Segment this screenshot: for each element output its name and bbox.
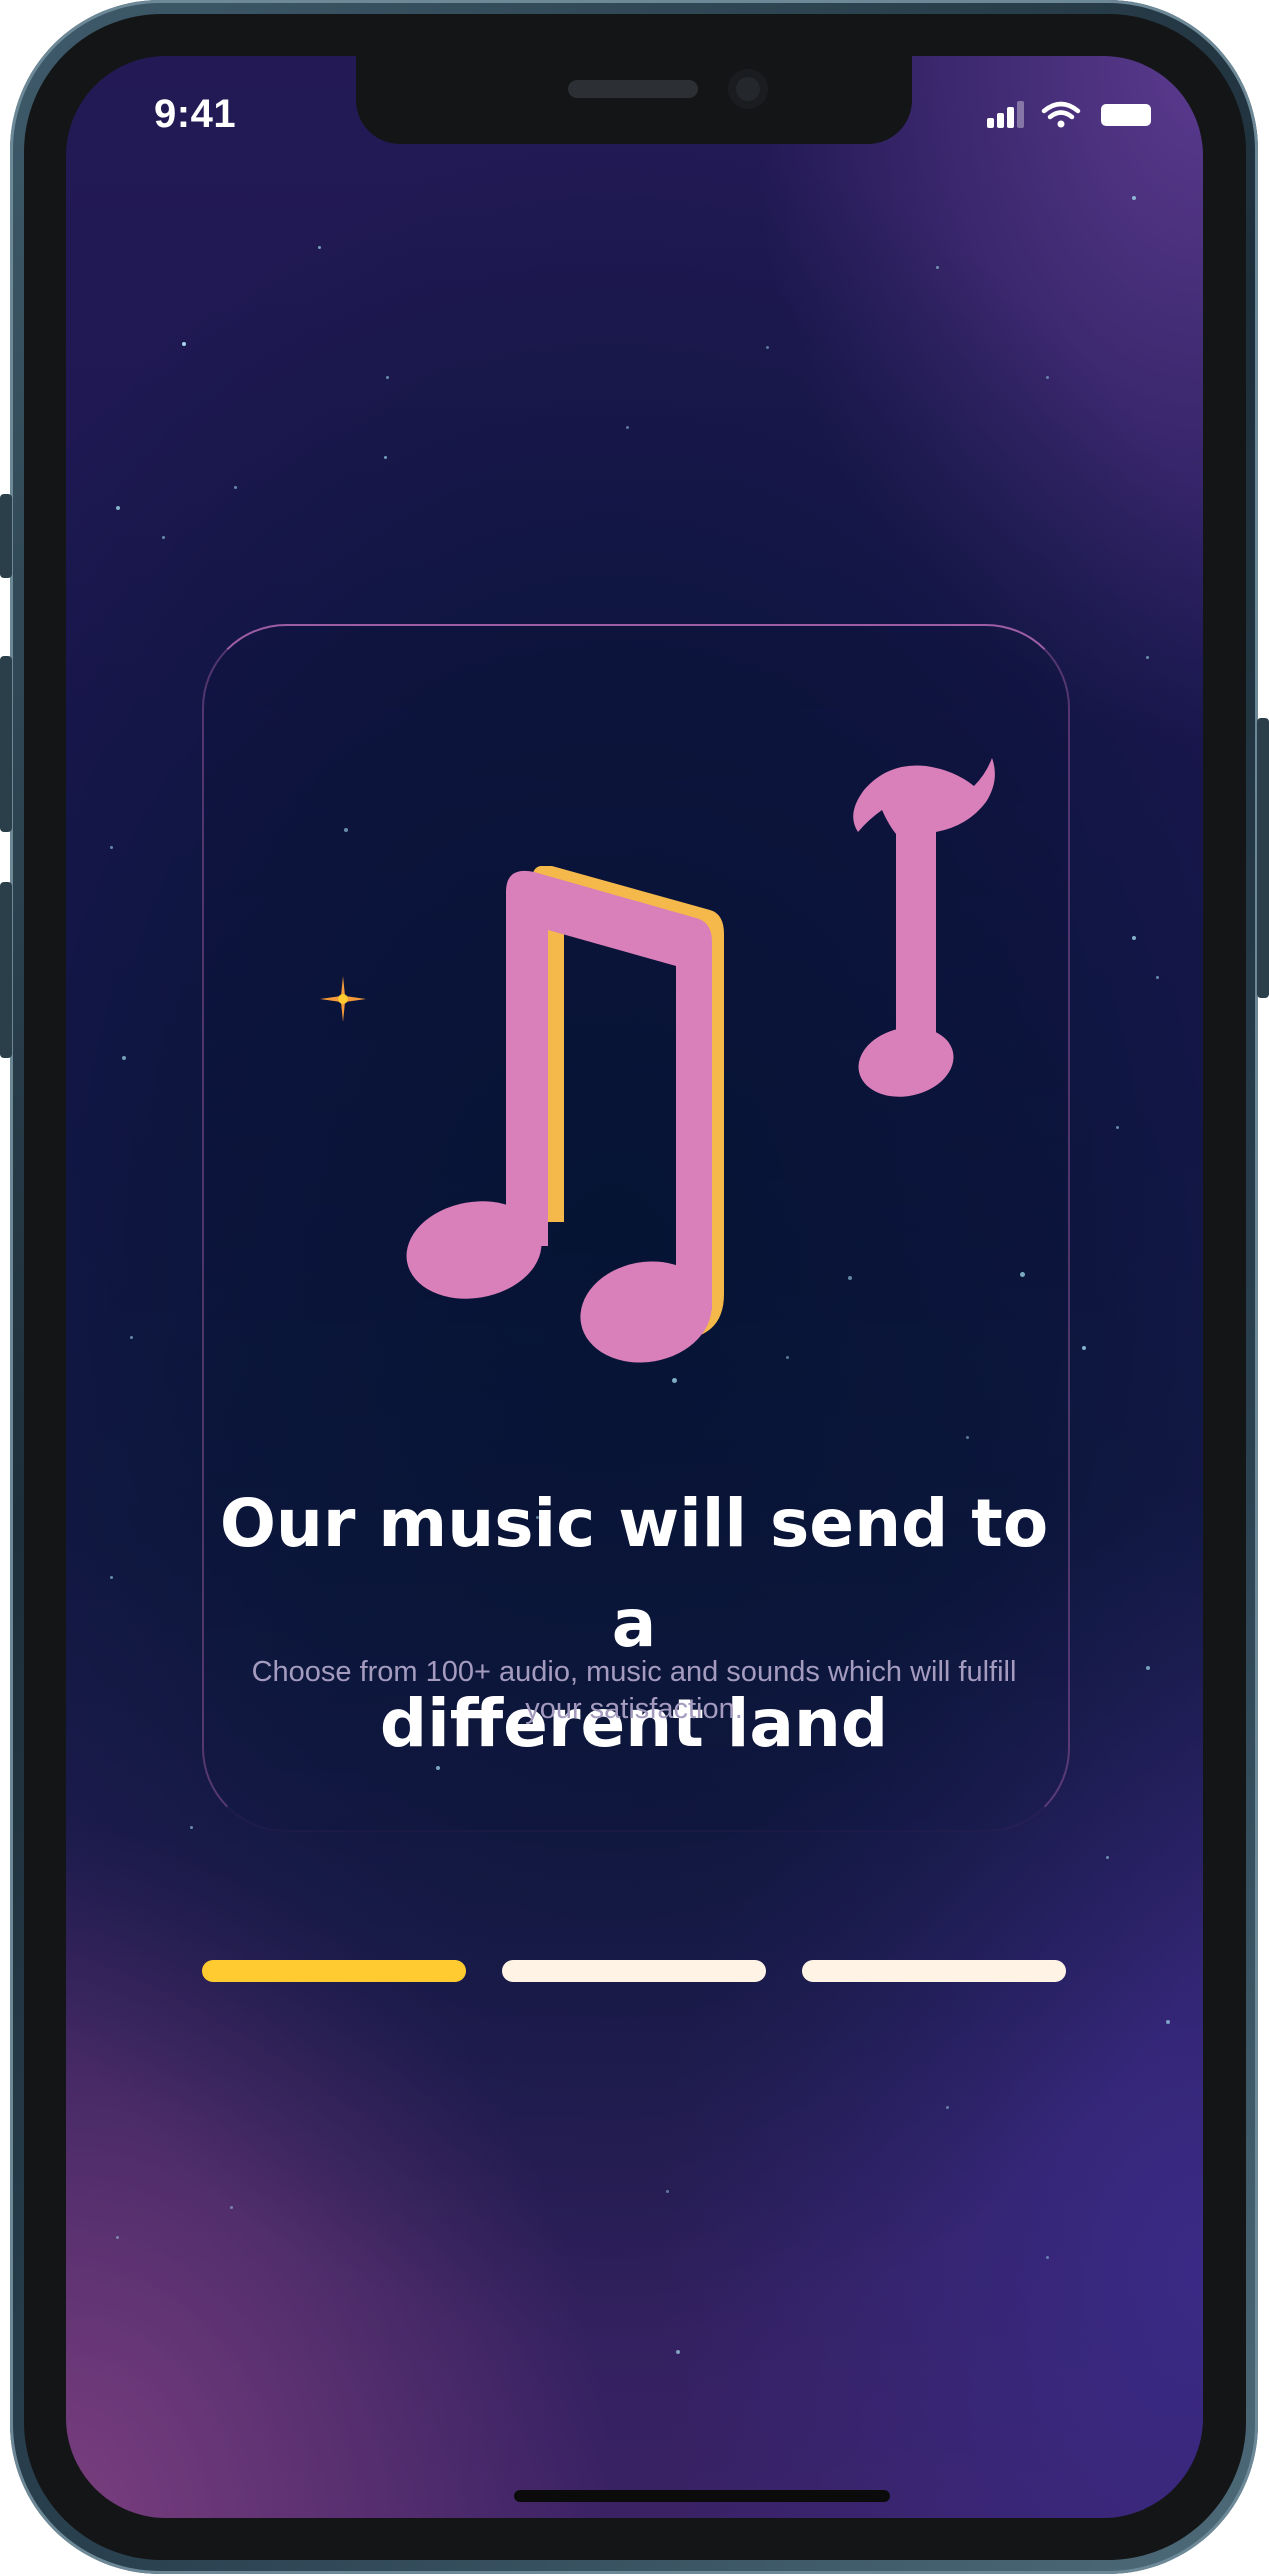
- progress-step-2[interactable]: [502, 1960, 766, 1982]
- title-line-1: Our music will send to a: [219, 1485, 1049, 1662]
- app-screen: 9:41 Our music will send to a different …: [66, 56, 1203, 2518]
- star: [386, 376, 389, 379]
- notch: [356, 56, 912, 144]
- earpiece-speaker: [568, 80, 698, 98]
- star: [666, 2190, 669, 2193]
- volume-down-button: [0, 882, 12, 1058]
- status-icons: [987, 101, 1151, 128]
- signal-icon: [987, 101, 1024, 128]
- star: [1132, 196, 1136, 200]
- star: [936, 266, 939, 269]
- star: [110, 1576, 113, 1579]
- volume-up-button: [0, 656, 12, 832]
- wifi-icon: [1041, 101, 1081, 128]
- star: [946, 2106, 949, 2109]
- star: [626, 426, 629, 429]
- onboarding-title: Our music will send to a different land: [202, 1474, 1066, 1774]
- star: [1106, 1856, 1109, 1859]
- power-button: [1257, 718, 1269, 998]
- star: [1156, 976, 1159, 979]
- music-note-pair-icon: [406, 866, 724, 1363]
- progress-step-3[interactable]: [802, 1960, 1066, 1982]
- onboarding-progress: [202, 1960, 1066, 1982]
- star: [1116, 1126, 1119, 1129]
- star: [234, 486, 237, 489]
- front-camera: [728, 69, 768, 109]
- sparkle-icon: [320, 976, 366, 1022]
- star: [110, 846, 113, 849]
- star: [318, 246, 321, 249]
- star: [162, 536, 165, 539]
- star: [1132, 936, 1136, 940]
- side-button: [0, 494, 12, 578]
- star: [1166, 2020, 1170, 2024]
- progress-step-1-active[interactable]: [202, 1960, 466, 1982]
- star: [130, 1336, 133, 1339]
- star: [676, 2350, 680, 2354]
- star: [1046, 376, 1049, 379]
- star: [122, 1056, 126, 1060]
- star: [384, 456, 387, 459]
- music-note-icon: [853, 758, 995, 1097]
- star: [116, 2236, 119, 2239]
- star: [1146, 1666, 1150, 1670]
- battery-icon: [1101, 104, 1151, 126]
- star: [190, 1826, 193, 1829]
- star: [1046, 2256, 1049, 2259]
- status-time: 9:41: [154, 92, 237, 136]
- star: [116, 506, 120, 510]
- home-indicator[interactable]: [514, 2490, 890, 2502]
- onboarding-description: Choose from 100+ audio, music and sounds…: [251, 1656, 1017, 1725]
- star: [1082, 1346, 1086, 1350]
- star: [1146, 656, 1149, 659]
- star: [230, 2206, 233, 2209]
- star: [766, 346, 769, 349]
- star: [182, 342, 186, 346]
